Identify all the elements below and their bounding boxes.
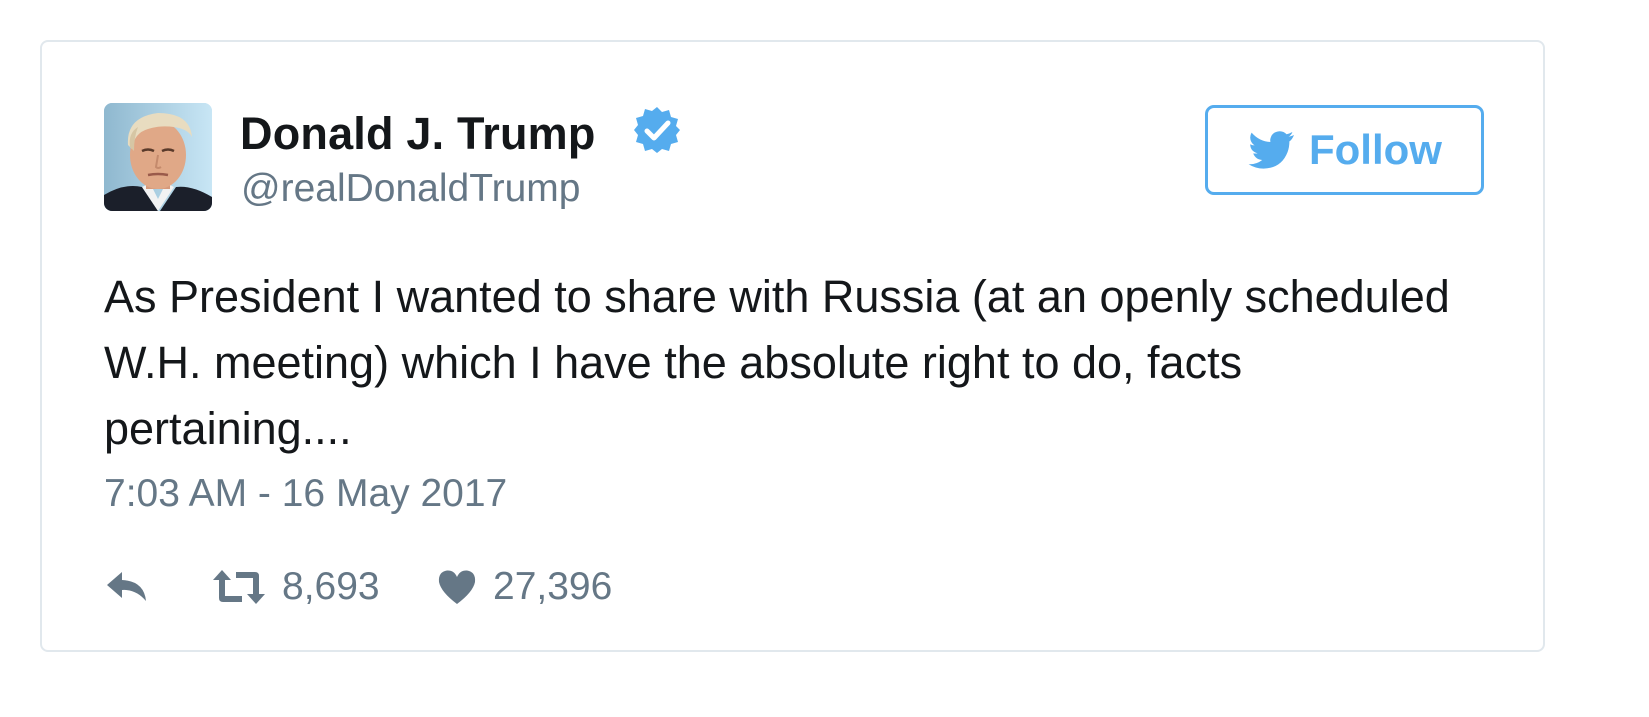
heart-icon [438,570,476,604]
retweet-count: 8,693 [282,565,380,608]
follow-button[interactable]: Follow [1205,105,1484,195]
tweet-timestamp[interactable]: 7:03 AM - 16 May 2017 [104,472,507,516]
tweet-card: Donald J. Trump @realDonaldTrump Follow … [40,40,1545,652]
user-display-name[interactable]: Donald J. Trump [240,108,596,160]
tweet-text: As President I wanted to share with Russ… [104,271,1450,454]
follow-button-label: Follow [1309,126,1442,173]
reply-icon [107,572,146,601]
verified-badge-icon [634,107,680,153]
user-handle[interactable]: @realDonaldTrump [241,167,580,211]
retweet-button[interactable]: 8,693 [212,565,437,609]
twitter-bird-icon [1248,131,1294,169]
tweet-actions: 8,693 27,396 [104,562,612,612]
like-count: 27,396 [493,565,613,608]
avatar[interactable] [104,103,212,211]
retweet-icon [213,570,265,604]
like-button[interactable]: 27,396 [437,565,612,609]
avatar-portrait [104,103,212,211]
reply-button[interactable] [104,569,212,605]
